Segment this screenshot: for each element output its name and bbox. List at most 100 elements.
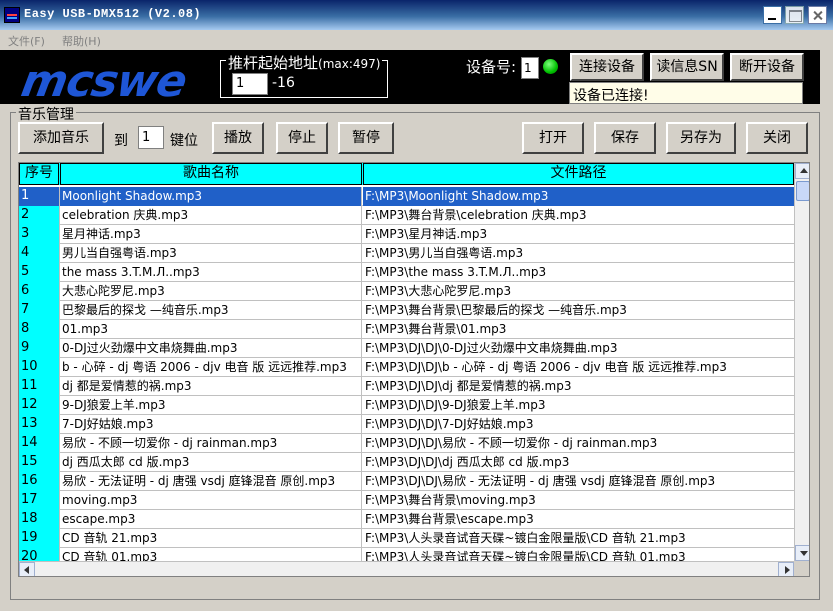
cell-number[interactable]: 8 [19,320,60,339]
cell-number[interactable]: 10 [19,358,60,377]
cell-song-name[interactable]: 易欣 - 不顾一切爱你 - dj rainman.mp3 [60,434,362,453]
cell-number[interactable]: 1 [19,187,60,206]
cell-file-path[interactable]: F:\MP3\DJ\DJ\0-DJ过火劲爆中文串烧舞曲.mp3 [363,339,794,358]
cell-number[interactable]: 11 [19,377,60,396]
vertical-scrollbar[interactable] [794,163,809,561]
cell-song-name[interactable]: the mass 3.T.M.Л..mp3 [60,263,362,282]
cell-number[interactable]: 16 [19,472,60,491]
save-button[interactable]: 保存 [594,122,656,154]
table-row[interactable]: 19 CD 音轨 21.mp3 F:\MP3\人头录音试音天碟~镀白金限量版\CD … [19,529,794,548]
cell-file-path[interactable]: F:\MP3\舞台背景\01.mp3 [363,320,794,339]
cell-file-path[interactable]: F:\MP3\DJ\DJ\dj 都是爱情惹的祸.mp3 [363,377,794,396]
cell-song-name[interactable]: 巴黎最后的探戈 —纯音乐.mp3 [60,301,362,320]
read-info-sn-button[interactable]: 读信息SN [650,53,724,81]
close-list-button[interactable]: 关闭 [746,122,808,154]
column-header-file-path[interactable]: 文件路径 [363,163,794,185]
cell-song-name[interactable]: dj 都是爱情惹的祸.mp3 [60,377,362,396]
cell-song-name[interactable]: CD 音轨 21.mp3 [60,529,362,548]
device-number-input[interactable]: 1 [521,57,539,79]
add-music-button[interactable]: 添加音乐 [18,122,104,154]
cell-song-name[interactable]: 01.mp3 [60,320,362,339]
table-row[interactable]: 16 易欣 - 无法证明 - dj 唐强 vsdj 庭锋混音 原创.mp3 F:\M… [19,472,794,491]
cell-file-path[interactable]: F:\MP3\大悲心陀罗尼.mp3 [363,282,794,301]
table-row[interactable]: 5 the mass 3.T.M.Л..mp3 F:\MP3\the mass 3.… [19,263,794,282]
cell-file-path[interactable]: F:\MP3\星月神话.mp3 [363,225,794,244]
music-table[interactable]: 序号 歌曲名称 文件路径 1 Moonlight Shadow.mp3 F:\MP3… [18,162,810,577]
cell-song-name[interactable]: dj 西瓜太郎 cd 版.mp3 [60,453,362,472]
cell-number[interactable]: 12 [19,396,60,415]
menu-file[interactable]: 文件(F) [8,33,45,49]
cell-file-path[interactable]: F:\MP3\DJ\DJ\易欣 - 无法证明 - dj 唐强 vsdj 庭锋混音… [363,472,794,491]
cell-file-path[interactable]: F:\MP3\人头录音试音天碟~镀白金限量版\CD 音轨 21.mp3 [363,529,794,548]
table-row[interactable]: 3 星月神话.mp3 F:\MP3\星月神话.mp3 [19,225,794,244]
cell-song-name[interactable]: 7-DJ好姑娘.mp3 [60,415,362,434]
table-row[interactable]: 10 b - 心碎 - dj 粤语 2006 - djv 电音 版 远远推荐.mp… [19,358,794,377]
disconnect-device-button[interactable]: 断开设备 [730,53,804,81]
cell-song-name[interactable]: 男儿当自强粤语.mp3 [60,244,362,263]
cell-file-path[interactable]: F:\MP3\舞台背景\巴黎最后的探戈 —纯音乐.mp3 [363,301,794,320]
cell-file-path[interactable]: F:\MP3\舞台背景\moving.mp3 [363,491,794,510]
cell-number[interactable]: 5 [19,263,60,282]
cell-song-name[interactable]: Moonlight Shadow.mp3 [60,187,362,206]
table-row[interactable]: 9 0-DJ过火劲爆中文串烧舞曲.mp3 F:\MP3\DJ\DJ\0-DJ过火劲爆… [19,339,794,358]
cell-song-name[interactable]: b - 心碎 - dj 粤语 2006 - djv 电音 版 远远推荐.mp3 [60,358,362,377]
table-row[interactable]: 13 7-DJ好姑娘.mp3 F:\MP3\DJ\DJ\7-DJ好姑娘.mp3 [19,415,794,434]
cell-song-name[interactable]: escape.mp3 [60,510,362,529]
table-row[interactable]: 12 9-DJ狼爱上羊.mp3 F:\MP3\DJ\DJ\9-DJ狼爱上羊.mp3 [19,396,794,415]
key-position-input[interactable]: 1 [138,126,164,149]
cell-number[interactable]: 19 [19,529,60,548]
cell-number[interactable]: 17 [19,491,60,510]
cell-file-path[interactable]: F:\MP3\the mass 3.T.M.Л..mp3 [363,263,794,282]
scroll-down-button[interactable] [795,545,809,561]
cell-number[interactable]: 14 [19,434,60,453]
connect-device-button[interactable]: 连接设备 [570,53,644,81]
cell-number[interactable]: 15 [19,453,60,472]
cell-number[interactable]: 13 [19,415,60,434]
menu-help[interactable]: 帮助(H) [62,33,101,49]
minimize-button[interactable] [763,6,782,24]
table-row[interactable]: 1 Moonlight Shadow.mp3 F:\MP3\Moonlight Sh… [19,187,794,206]
scroll-right-button[interactable] [778,562,794,576]
cell-file-path[interactable]: F:\MP3\男儿当自强粤语.mp3 [363,244,794,263]
open-button[interactable]: 打开 [522,122,584,154]
cell-file-path[interactable]: F:\MP3\舞台背景\celebration 庆典.mp3 [363,206,794,225]
cell-file-path[interactable]: F:\MP3\DJ\DJ\b - 心碎 - dj 粤语 2006 - djv 电… [363,358,794,377]
stop-button[interactable]: 停止 [276,122,328,154]
title-bar[interactable]: Easy USB-DMX512 (V2.08) [0,0,833,30]
table-row[interactable]: 4 男儿当自强粤语.mp3 F:\MP3\男儿当自强粤语.mp3 [19,244,794,263]
cell-file-path[interactable]: F:\MP3\DJ\DJ\7-DJ好姑娘.mp3 [363,415,794,434]
cell-file-path[interactable]: F:\MP3\DJ\DJ\9-DJ狼爱上羊.mp3 [363,396,794,415]
horizontal-scrollbar[interactable] [19,561,794,576]
scroll-left-button[interactable] [19,562,35,576]
save-as-button[interactable]: 另存为 [666,122,736,154]
cell-song-name[interactable]: 9-DJ狼爱上羊.mp3 [60,396,362,415]
cell-number[interactable]: 3 [19,225,60,244]
table-row[interactable]: 14 易欣 - 不顾一切爱你 - dj rainman.mp3 F:\MP3\DJ\… [19,434,794,453]
cell-number[interactable]: 9 [19,339,60,358]
cell-file-path[interactable]: F:\MP3\DJ\DJ\易欣 - 不顾一切爱你 - dj rainman.mp… [363,434,794,453]
maximize-button[interactable] [785,6,804,24]
column-header-song-name[interactable]: 歌曲名称 [60,163,362,185]
cell-song-name[interactable]: celebration 庆典.mp3 [60,206,362,225]
cell-song-name[interactable]: moving.mp3 [60,491,362,510]
cell-number[interactable]: 2 [19,206,60,225]
cell-number[interactable]: 4 [19,244,60,263]
table-row[interactable]: 8 01.mp3 F:\MP3\舞台背景\01.mp3 [19,320,794,339]
column-header-number[interactable]: 序号 [19,163,59,185]
pause-button[interactable]: 暂停 [338,122,394,154]
table-row[interactable]: 2 celebration 庆典.mp3 F:\MP3\舞台背景\celebrati… [19,206,794,225]
cell-song-name[interactable]: 0-DJ过火劲爆中文串烧舞曲.mp3 [60,339,362,358]
cell-number[interactable]: 18 [19,510,60,529]
table-row[interactable]: 7 巴黎最后的探戈 —纯音乐.mp3 F:\MP3\舞台背景\巴黎最后的探戈 —纯音… [19,301,794,320]
cell-number[interactable]: 7 [19,301,60,320]
table-row[interactable]: 15 dj 西瓜太郎 cd 版.mp3 F:\MP3\DJ\DJ\dj 西瓜太郎 c… [19,453,794,472]
play-button[interactable]: 播放 [212,122,264,154]
table-row[interactable]: 6 大悲心陀罗尼.mp3 F:\MP3\大悲心陀罗尼.mp3 [19,282,794,301]
start-address-input[interactable]: 1 [232,73,268,95]
cell-song-name[interactable]: 大悲心陀罗尼.mp3 [60,282,362,301]
cell-number[interactable]: 6 [19,282,60,301]
cell-song-name[interactable]: 易欣 - 无法证明 - dj 唐强 vsdj 庭锋混音 原创.mp3 [60,472,362,491]
table-row[interactable]: 17 moving.mp3 F:\MP3\舞台背景\moving.mp3 [19,491,794,510]
cell-song-name[interactable]: 星月神话.mp3 [60,225,362,244]
table-row[interactable]: 11 dj 都是爱情惹的祸.mp3 F:\MP3\DJ\DJ\dj 都是爱情惹的祸.… [19,377,794,396]
